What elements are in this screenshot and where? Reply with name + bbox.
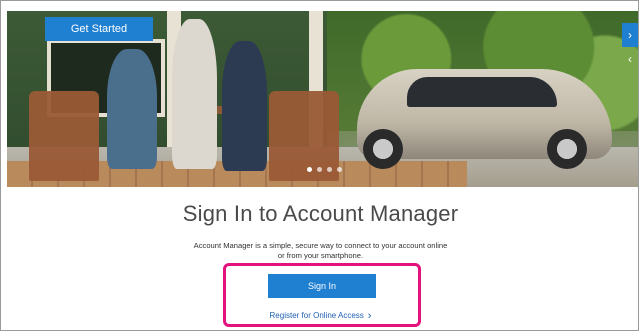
description-line: or from your smartphone.: [277, 251, 364, 260]
hero-person: [172, 19, 217, 169]
carousel-dots: [307, 167, 342, 172]
description-line: Account Manager is a simple, secure way …: [193, 241, 448, 250]
hero-car-wheel: [547, 129, 587, 169]
carousel-dot[interactable]: [337, 167, 342, 172]
get-started-button[interactable]: Get Started: [45, 17, 153, 41]
hero-car-wheel: [363, 129, 403, 169]
sign-in-button[interactable]: Sign In: [268, 274, 376, 298]
hero-chair: [29, 91, 99, 181]
carousel-dot[interactable]: [307, 167, 312, 172]
hero-person: [107, 49, 157, 169]
browser-viewport: Get Started › ‹ Sign In to Account Manag…: [0, 0, 639, 331]
chevron-right-icon[interactable]: ›: [622, 23, 638, 47]
register-link-label[interactable]: Register for Online Access: [270, 311, 364, 320]
page-title: Sign In to Account Manager: [182, 201, 459, 226]
register-link[interactable]: Register for Online Access ›: [1, 310, 638, 322]
carousel-dot[interactable]: [327, 167, 332, 172]
page-description: Account Manager is a simple, secure way …: [1, 241, 638, 261]
hero-person: [222, 41, 267, 171]
chevron-right-icon: ›: [367, 310, 372, 322]
carousel-dot[interactable]: [317, 167, 322, 172]
hero-car-glass: [407, 77, 557, 107]
chevron-left-icon[interactable]: ‹: [622, 49, 638, 69]
